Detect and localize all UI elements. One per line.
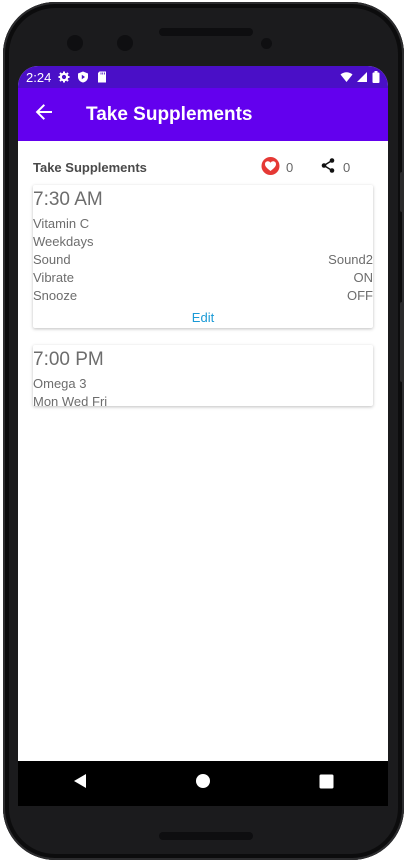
schedule-header: Take Supplements 0 0 <box>33 156 373 178</box>
top-speaker <box>159 28 253 36</box>
alarm-name-text: Omega 3 <box>33 376 87 391</box>
recents-square-icon <box>319 774 334 794</box>
gear-icon <box>58 71 70 83</box>
snooze-label: Snooze <box>33 288 78 303</box>
app-bar: Take Supplements <box>18 88 388 141</box>
alarm-name: Vitamin C <box>33 215 373 233</box>
heart-icon <box>261 156 280 178</box>
snooze-row: Snooze OFF <box>33 287 373 305</box>
front-camera <box>67 35 83 51</box>
vibrate-row: Vibrate ON <box>33 269 373 287</box>
alarm-days-text: Weekdays <box>33 234 94 249</box>
alarm-time: 7:00 PM <box>33 349 104 370</box>
sound-value: Sound2 <box>328 252 373 267</box>
nav-home-button[interactable] <box>183 764 223 804</box>
wifi-icon <box>340 71 353 83</box>
arrow-back-icon <box>35 103 53 126</box>
vibrate-label: Vibrate <box>33 270 74 285</box>
nav-back-button[interactable] <box>60 764 100 804</box>
share-icon <box>321 158 335 176</box>
schedule-title: Take Supplements <box>33 159 147 175</box>
edit-button[interactable]: Edit <box>33 305 373 331</box>
alarm-days: Mon Wed Fri <box>33 393 373 411</box>
alarm-card[interactable]: 7:00 PM Omega 3 Mon Wed Fri <box>33 345 373 409</box>
power-button <box>400 302 404 382</box>
home-circle-icon <box>195 773 211 794</box>
app-title: Take Supplements <box>86 103 253 125</box>
share-button[interactable]: 0 <box>321 158 350 176</box>
status-bar: 2:24 <box>18 66 388 88</box>
volume-button <box>400 172 404 212</box>
back-triangle-icon <box>72 773 88 794</box>
alarm-card[interactable]: 7:30 AM Vitamin C Weekdays Sound Sound2 … <box>33 185 373 328</box>
share-count: 0 <box>343 159 351 175</box>
battery-icon <box>372 71 380 83</box>
proximity-sensor <box>261 38 272 49</box>
front-sensor <box>117 35 133 51</box>
like-button[interactable]: 0 <box>261 156 294 178</box>
bottom-speaker <box>159 832 253 840</box>
sound-label: Sound <box>33 252 71 267</box>
nav-recents-button[interactable] <box>306 764 346 804</box>
shield-play-icon <box>77 71 89 83</box>
alarm-days: Weekdays <box>33 233 373 251</box>
cell-signal-icon <box>356 71 368 83</box>
status-time: 2:24 <box>26 69 52 85</box>
alarm-name-text: Vitamin C <box>33 216 90 231</box>
phone-frame: 2:24 Take Supplements Take Supplements 0… <box>3 2 404 860</box>
sd-card-icon <box>96 71 108 83</box>
system-nav-bar <box>18 761 388 806</box>
alarm-time: 7:30 AM <box>33 189 103 210</box>
alarm-name: Omega 3 <box>33 375 373 393</box>
alarm-days-text: Mon Wed Fri <box>33 394 108 409</box>
screen: 2:24 Take Supplements Take Supplements 0… <box>18 66 388 806</box>
like-count: 0 <box>286 159 294 175</box>
content-area: Take Supplements 0 0 7:30 AM Vitamin C W… <box>18 141 388 761</box>
sound-row: Sound Sound2 <box>33 251 373 269</box>
snooze-value: OFF <box>347 288 373 303</box>
vibrate-value: ON <box>353 270 374 285</box>
back-button[interactable] <box>18 88 70 141</box>
